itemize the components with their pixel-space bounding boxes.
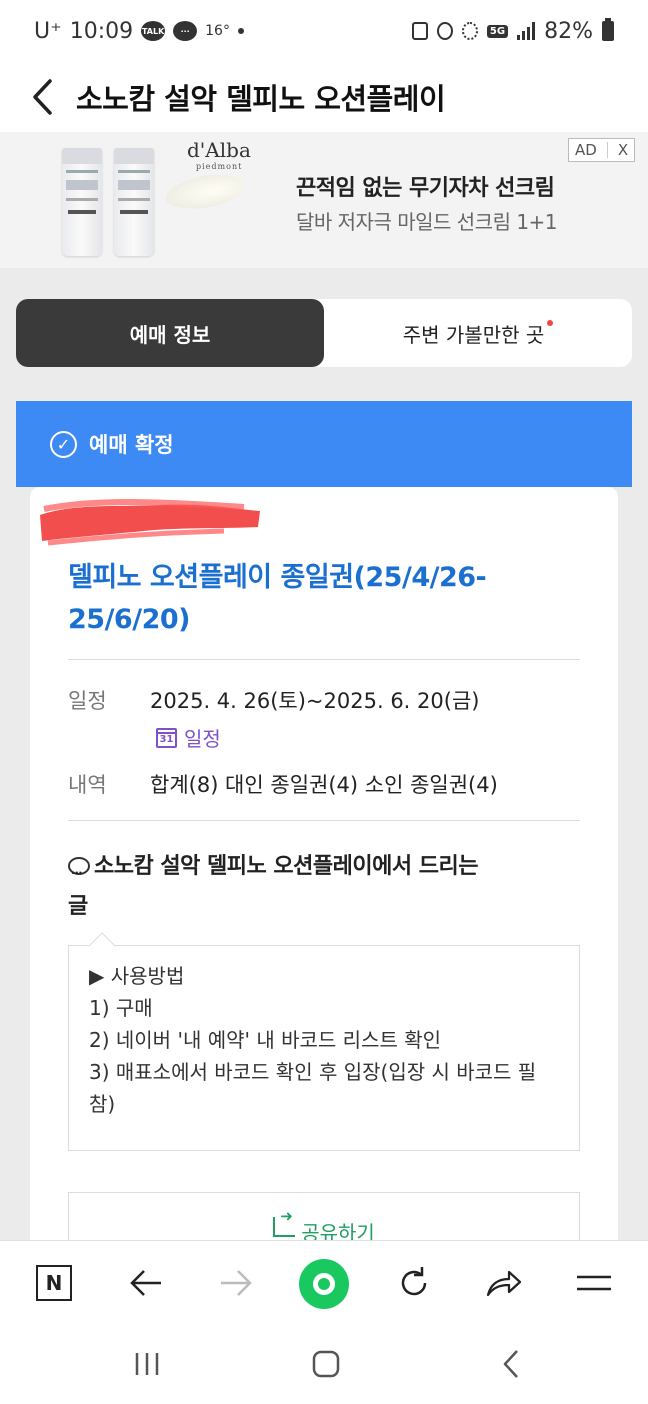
ad-close-icon[interactable]: X <box>618 141 628 159</box>
product-image <box>114 148 154 256</box>
signal-icon <box>517 22 536 40</box>
share-arrow-icon <box>486 1270 522 1297</box>
redacted-scribble <box>40 499 260 546</box>
browser-toolbar: N <box>0 1240 648 1324</box>
ad-subline[interactable]: 달바 저자극 마일드 선크림 1+1 <box>296 206 558 235</box>
network-5g-icon: 5G <box>486 24 509 38</box>
refresh-button[interactable] <box>392 1261 436 1305</box>
detail-value: 합계(8) 대인 종일권(4) 소인 종일권(4) <box>150 773 498 797</box>
chevron-left-icon <box>33 79 52 115</box>
calendar-icon: 31 <box>156 727 177 748</box>
ad-brand-logo: d'Alba <box>187 138 251 162</box>
green-circle-icon <box>299 1259 349 1309</box>
kakaotalk-icon: TALK <box>141 21 166 41</box>
check-circle-icon: ✓ <box>50 430 77 458</box>
booking-status-banner: ✓ 예매 확정 <box>16 401 632 487</box>
arrow-right-icon <box>221 1270 252 1296</box>
product-title-line: 델피노 오션플레이 종일권(25/4/26- <box>68 562 487 593</box>
temperature: 16° <box>205 23 230 39</box>
product-title: 델피노 오션플레이 종일권(25/4/26- 25/6/20) <box>68 557 528 641</box>
tab-booking-info[interactable]: 예매 정보 <box>16 299 324 367</box>
message-line: 2) 네이버 '내 예약' 내 바코드 리스트 확인 <box>89 1028 442 1052</box>
message-icon: ··· <box>173 21 198 41</box>
divider <box>68 659 580 660</box>
system-back-icon <box>503 1350 518 1378</box>
add-to-calendar-link[interactable]: 31 일정 <box>156 723 221 752</box>
battery-percent: 82% <box>544 18 593 44</box>
divider <box>606 142 608 158</box>
recent-apps-icon <box>135 1353 159 1375</box>
ad-brand-sub: piedmont <box>196 162 243 171</box>
arrow-left-icon <box>130 1270 161 1296</box>
message-line: 3) 매표소에서 바코드 확인 후 입장(입장 시 바코드 필참) <box>89 1060 537 1116</box>
new-dot-icon <box>547 320 554 326</box>
refresh-icon <box>401 1267 427 1296</box>
naver-n-icon: N <box>36 1265 72 1301</box>
carrier-label: U⁺ <box>34 18 62 44</box>
forward-nav-button[interactable] <box>214 1261 258 1305</box>
naver-home-button[interactable]: N <box>32 1261 76 1305</box>
back-nav-button[interactable] <box>124 1261 168 1305</box>
tab-nearby-places[interactable]: 주변 가볼만한 곳 <box>324 299 632 367</box>
vibrate-icon <box>411 22 428 40</box>
speech-caret <box>89 932 115 958</box>
share-icon <box>273 1207 296 1237</box>
home-icon <box>312 1350 340 1378</box>
detail-label: 내역 <box>68 773 107 797</box>
status-bar: U⁺ 10:09 TALK ··· 16° 5G 82% <box>0 0 648 62</box>
calendar-link-label: 일정 <box>184 727 221 751</box>
schedule-value: 2025. 4. 26(토)~2025. 6. 20(금) <box>150 689 480 713</box>
system-navigation-bar <box>0 1324 648 1404</box>
back-button[interactable] <box>28 77 58 117</box>
clock: 10:09 <box>69 18 134 44</box>
page-title: 소노캄 설악 델피노 오션플레이 <box>76 82 446 116</box>
home-button[interactable] <box>308 1348 344 1380</box>
cream-swatch-image <box>162 169 248 215</box>
share-nav-button[interactable] <box>482 1261 526 1305</box>
message-line: 1) 구매 <box>89 996 153 1020</box>
speech-bubble-icon <box>68 853 90 893</box>
divider <box>68 820 580 821</box>
message-line: ▶ 사용방법 <box>89 964 185 988</box>
recent-apps-button[interactable] <box>130 1348 164 1380</box>
green-dot-button[interactable] <box>296 1256 352 1312</box>
system-back-button[interactable] <box>496 1348 526 1380</box>
hotspot-icon <box>461 22 478 40</box>
alarm-icon <box>436 22 453 40</box>
header-bar: 소노캄 설악 델피노 오션플레이 <box>0 62 648 132</box>
booking-status-label: 예매 확정 <box>89 433 174 457</box>
hamburger-menu-icon <box>577 1275 611 1291</box>
product-title-line: 25/6/20) <box>68 604 191 635</box>
schedule-label: 일정 <box>68 689 107 713</box>
tab-label: 예매 정보 <box>129 322 211 347</box>
message-box: ▶ 사용방법 1) 구매 2) 네이버 '내 예약' 내 바코드 리스트 확인 … <box>68 932 580 1151</box>
booking-card: 델피노 오션플레이 종일권(25/4/26- 25/6/20) 일정 2025.… <box>30 487 618 1272</box>
message-heading: 소노캄 설악 델피노 오션플레이에서 드리는 글 <box>68 847 568 927</box>
ad-badge: AD X <box>568 138 636 162</box>
ad-headline[interactable]: 끈적임 없는 무기자차 선크림 <box>296 170 555 202</box>
notification-dot-icon <box>237 28 244 34</box>
tab-label: 주변 가볼만한 곳 <box>402 322 545 347</box>
tab-bar: 예매 정보 주변 가볼만한 곳 <box>16 299 632 367</box>
battery-icon <box>602 18 614 41</box>
ad-label: AD <box>575 141 597 159</box>
menu-button[interactable] <box>572 1261 616 1305</box>
product-image <box>62 148 102 256</box>
